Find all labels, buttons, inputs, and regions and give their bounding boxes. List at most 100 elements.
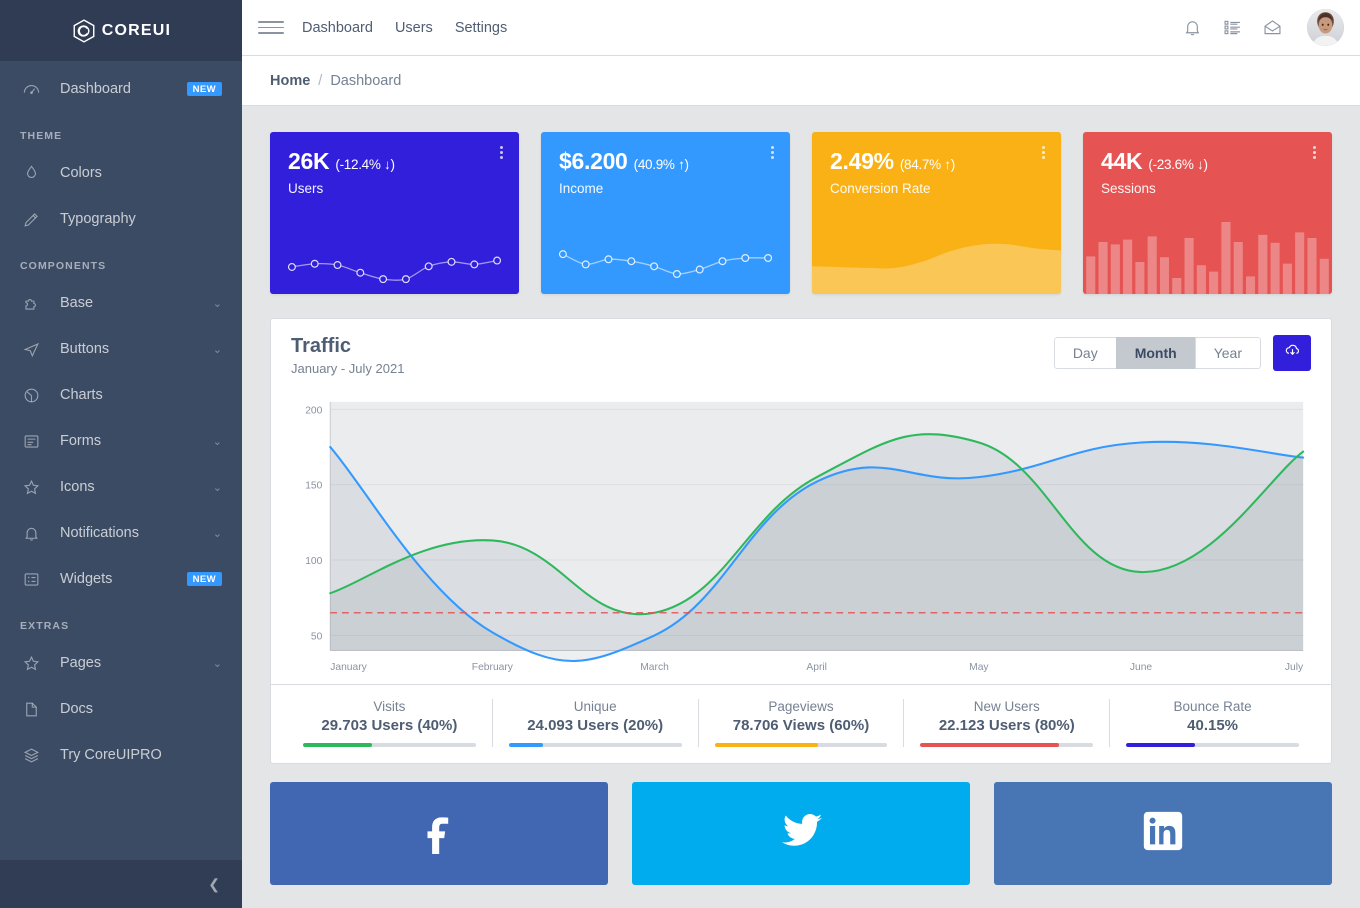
top-navigation: Dashboard Users Settings bbox=[302, 20, 507, 36]
speedometer-icon bbox=[20, 78, 42, 100]
bell-icon[interactable] bbox=[1181, 17, 1203, 39]
footer-stat-value: 40.15% bbox=[1126, 717, 1299, 734]
sidebar-nav: Dashboard NEW THEME Colors T bbox=[0, 61, 242, 860]
progress-bar bbox=[1126, 743, 1299, 747]
stat-delta: (84.7% ↑) bbox=[900, 157, 955, 172]
social-card-twitter[interactable] bbox=[632, 782, 970, 885]
brand-header[interactable]: COREUI bbox=[0, 0, 242, 61]
stat-delta: (-23.6% ↓) bbox=[1148, 157, 1207, 172]
sidebar-toggler-button[interactable]: ❮ bbox=[0, 860, 242, 908]
chevron-left-icon: ❮ bbox=[208, 876, 220, 893]
chevron-down-icon: ⌄ bbox=[213, 527, 222, 540]
stat-label: Conversion Rate bbox=[830, 181, 1043, 196]
download-button[interactable] bbox=[1273, 335, 1311, 371]
stat-card-conversion-rate[interactable]: 2.49% (84.7% ↑) Conversion Rate bbox=[812, 132, 1061, 294]
footer-stat-title: Bounce Rate bbox=[1126, 699, 1299, 714]
chevron-down-icon: ⌄ bbox=[213, 481, 222, 494]
topnav-item-dashboard[interactable]: Dashboard bbox=[302, 20, 373, 36]
footer-stat-visits: Visits 29.703 Users (40%) bbox=[287, 699, 492, 747]
cloud-download-icon bbox=[1284, 342, 1301, 364]
footer-stat-bounce-rate: Bounce Rate 40.15% bbox=[1109, 699, 1315, 747]
stat-value-number: 2.49% bbox=[830, 148, 894, 174]
brand-name: COREUI bbox=[102, 22, 171, 40]
sidebar-item-label: Typography bbox=[60, 211, 222, 227]
stat-label: Income bbox=[559, 181, 772, 196]
sidebar-item-icons[interactable]: Icons ⌄ bbox=[0, 464, 242, 510]
stat-value: 44K (-23.6% ↓) bbox=[1101, 148, 1314, 175]
footer-stat-pageviews: Pageviews 78.706 Views (60%) bbox=[698, 699, 904, 747]
sidebar-item-forms[interactable]: Forms ⌄ bbox=[0, 418, 242, 464]
main-area: Dashboard Users Settings bbox=[242, 0, 1360, 908]
footer-stat-unique: Unique 24.093 Users (20%) bbox=[492, 699, 698, 747]
footer-stat-value: 78.706 Views (60%) bbox=[715, 717, 888, 734]
footer-stat-value: 22.123 Users (80%) bbox=[920, 717, 1093, 734]
envelope-open-icon[interactable] bbox=[1261, 17, 1283, 39]
chevron-down-icon: ⌄ bbox=[213, 343, 222, 356]
sidebar-item-label: Widgets bbox=[60, 571, 187, 587]
area-sparkline-chart bbox=[812, 208, 1061, 294]
svg-text:February: February bbox=[472, 662, 514, 673]
linkedin-icon bbox=[1140, 808, 1186, 859]
stat-value: 2.49% (84.7% ↑) bbox=[830, 148, 1043, 175]
sidebar-item-pages[interactable]: Pages ⌄ bbox=[0, 640, 242, 686]
sidebar-item-label: Forms bbox=[60, 433, 207, 449]
range-button-month[interactable]: Month bbox=[1116, 337, 1196, 369]
options-vertical-icon[interactable] bbox=[500, 146, 503, 159]
avatar[interactable] bbox=[1307, 9, 1344, 46]
badge-new: NEW bbox=[187, 82, 222, 96]
star-icon bbox=[20, 476, 42, 498]
topnav-item-users[interactable]: Users bbox=[395, 20, 433, 36]
sidebar-item-base[interactable]: Base ⌄ bbox=[0, 280, 242, 326]
range-button-day[interactable]: Day bbox=[1054, 337, 1117, 369]
sidebar-item-typography[interactable]: Typography bbox=[0, 196, 242, 242]
stat-card-users[interactable]: 26K (-12.4% ↓) Users bbox=[270, 132, 519, 294]
sidebar-item-charts[interactable]: Charts bbox=[0, 372, 242, 418]
svg-text:January: January bbox=[330, 662, 367, 673]
stat-card-sessions[interactable]: 44K (-23.6% ↓) Sessions bbox=[1083, 132, 1332, 294]
page-content: 26K (-12.4% ↓) Users $6.200 (40.9% ↑) bbox=[242, 106, 1360, 908]
sidebar-item-notifications[interactable]: Notifications ⌄ bbox=[0, 510, 242, 556]
sidebar-item-label: Dashboard bbox=[60, 81, 187, 97]
svg-text:April: April bbox=[806, 662, 827, 673]
sidebar-item-label: Pages bbox=[60, 655, 207, 671]
sidebar-item-try-coreuipro[interactable]: Try CoreUIPRO bbox=[0, 732, 242, 778]
stat-cards-row: 26K (-12.4% ↓) Users $6.200 (40.9% ↑) bbox=[270, 132, 1332, 294]
stat-card-income[interactable]: $6.200 (40.9% ↑) Income bbox=[541, 132, 790, 294]
topnav-item-settings[interactable]: Settings bbox=[455, 20, 507, 36]
layers-icon bbox=[20, 744, 42, 766]
sidebar-item-widgets[interactable]: Widgets NEW bbox=[0, 556, 242, 602]
breadcrumb: Home / Dashboard bbox=[242, 56, 1360, 106]
sidebar-item-buttons[interactable]: Buttons ⌄ bbox=[0, 326, 242, 372]
footer-stat-title: New Users bbox=[920, 699, 1093, 714]
options-vertical-icon[interactable] bbox=[1042, 146, 1045, 159]
range-button-group: Day Month Year bbox=[1054, 337, 1261, 369]
svg-text:150: 150 bbox=[305, 481, 322, 492]
chevron-down-icon: ⌄ bbox=[213, 657, 222, 670]
badge-new: NEW bbox=[187, 572, 222, 586]
sidebar-item-colors[interactable]: Colors bbox=[0, 150, 242, 196]
bar-sparkline-chart bbox=[1083, 208, 1332, 294]
svg-text:200: 200 bbox=[305, 405, 322, 416]
puzzle-icon bbox=[20, 292, 42, 314]
options-vertical-icon[interactable] bbox=[1313, 146, 1316, 159]
traffic-subtitle: January - July 2021 bbox=[291, 361, 404, 376]
hamburger-icon[interactable] bbox=[258, 17, 284, 39]
range-button-year[interactable]: Year bbox=[1195, 337, 1261, 369]
sidebar: COREUI Dashboard NEW THEME bbox=[0, 0, 242, 908]
sidebar-group-title-components: COMPONENTS bbox=[0, 242, 242, 280]
stat-card-text: $6.200 (40.9% ↑) Income bbox=[541, 132, 790, 196]
breadcrumb-home[interactable]: Home bbox=[270, 73, 310, 89]
breadcrumb-separator: / bbox=[318, 73, 322, 89]
facebook-icon bbox=[416, 808, 462, 859]
stat-value-number: 44K bbox=[1101, 148, 1142, 174]
drop-icon bbox=[20, 162, 42, 184]
stat-delta: (-12.4% ↓) bbox=[335, 157, 394, 172]
sidebar-item-docs[interactable]: Docs bbox=[0, 686, 242, 732]
sidebar-item-dashboard[interactable]: Dashboard NEW bbox=[0, 66, 242, 112]
options-vertical-icon[interactable] bbox=[771, 146, 774, 159]
social-card-facebook[interactable] bbox=[270, 782, 608, 885]
task-list-icon[interactable] bbox=[1221, 17, 1243, 39]
stat-card-text: 2.49% (84.7% ↑) Conversion Rate bbox=[812, 132, 1061, 196]
svg-text:May: May bbox=[969, 662, 989, 673]
social-card-linkedin[interactable] bbox=[994, 782, 1332, 885]
